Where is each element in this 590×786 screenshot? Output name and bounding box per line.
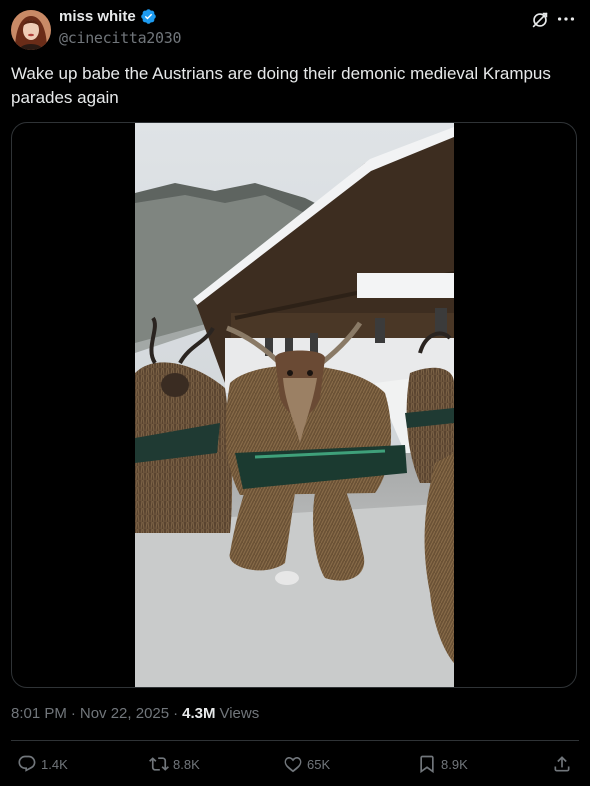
tweet-header: miss white @cinecitta2030 [11,8,579,52]
video-player[interactable] [11,122,577,688]
repost-button[interactable]: 8.8K [149,750,200,778]
like-icon [284,756,302,773]
avatar[interactable] [11,10,51,50]
reply-icon [18,755,36,772]
bookmark-icon [420,755,434,774]
divider [11,740,579,741]
handle[interactable]: @cinecitta2030 [59,29,182,47]
verified-badge-icon [140,9,156,24]
more-icon[interactable] [555,8,577,30]
display-name[interactable]: miss white [59,8,136,25]
share-icon [554,756,570,772]
like-button[interactable]: 65K [283,750,330,778]
video-frame[interactable] [135,123,454,687]
bookmark-count: 8.9K [441,756,468,772]
views-count[interactable]: 4.3M [182,705,215,722]
share-button[interactable] [552,750,572,778]
meta-separator: · [70,705,76,722]
repost-icon [149,757,169,771]
tweet-meta: 8:01 PM · Nov 22, 2025 · 4.3M Views [11,705,259,722]
action-bar: 1.4K 8.8K 65K 8.9K [11,750,579,778]
bookmark-button[interactable]: 8.9K [417,750,468,778]
reply-button[interactable]: 1.4K [17,750,68,778]
reply-count: 1.4K [41,756,68,772]
meta-separator-2: · [173,705,179,722]
views-label: Views [219,705,260,722]
repost-count: 8.8K [173,756,200,772]
date[interactable]: Nov 22, 2025 [80,705,169,722]
timestamp[interactable]: 8:01 PM [11,705,67,722]
like-count: 65K [307,756,331,772]
tweet-text: Wake up babe the Austrians are doing the… [11,64,551,107]
grok-icon[interactable] [529,9,551,31]
